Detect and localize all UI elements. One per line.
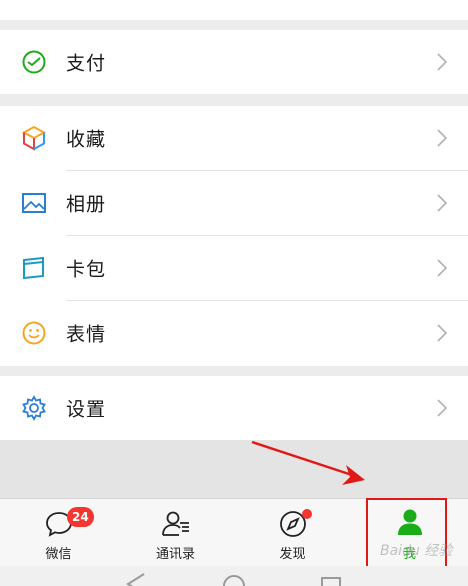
tab-discover[interactable]: 发现 (234, 499, 351, 567)
watermark: Baidu 经验 (380, 543, 453, 559)
system-nav-icons (126, 573, 341, 586)
tab-label-chats: 微信 (45, 547, 72, 562)
home-icon (223, 575, 245, 586)
new-dot-indicator (302, 509, 312, 519)
system-navigation-bar (0, 566, 468, 586)
tab-chats[interactable]: 24 微信 (0, 499, 117, 567)
tab-contacts[interactable]: 通讯录 (117, 499, 234, 567)
recents-icon (321, 577, 341, 586)
highlight-box (366, 498, 447, 571)
back-icon (126, 573, 145, 586)
tab-label-discover: 发现 (279, 547, 306, 562)
unread-badge: 24 (67, 507, 94, 527)
contacts-icon (161, 511, 189, 536)
tab-label-contacts: 通讯录 (155, 547, 195, 562)
